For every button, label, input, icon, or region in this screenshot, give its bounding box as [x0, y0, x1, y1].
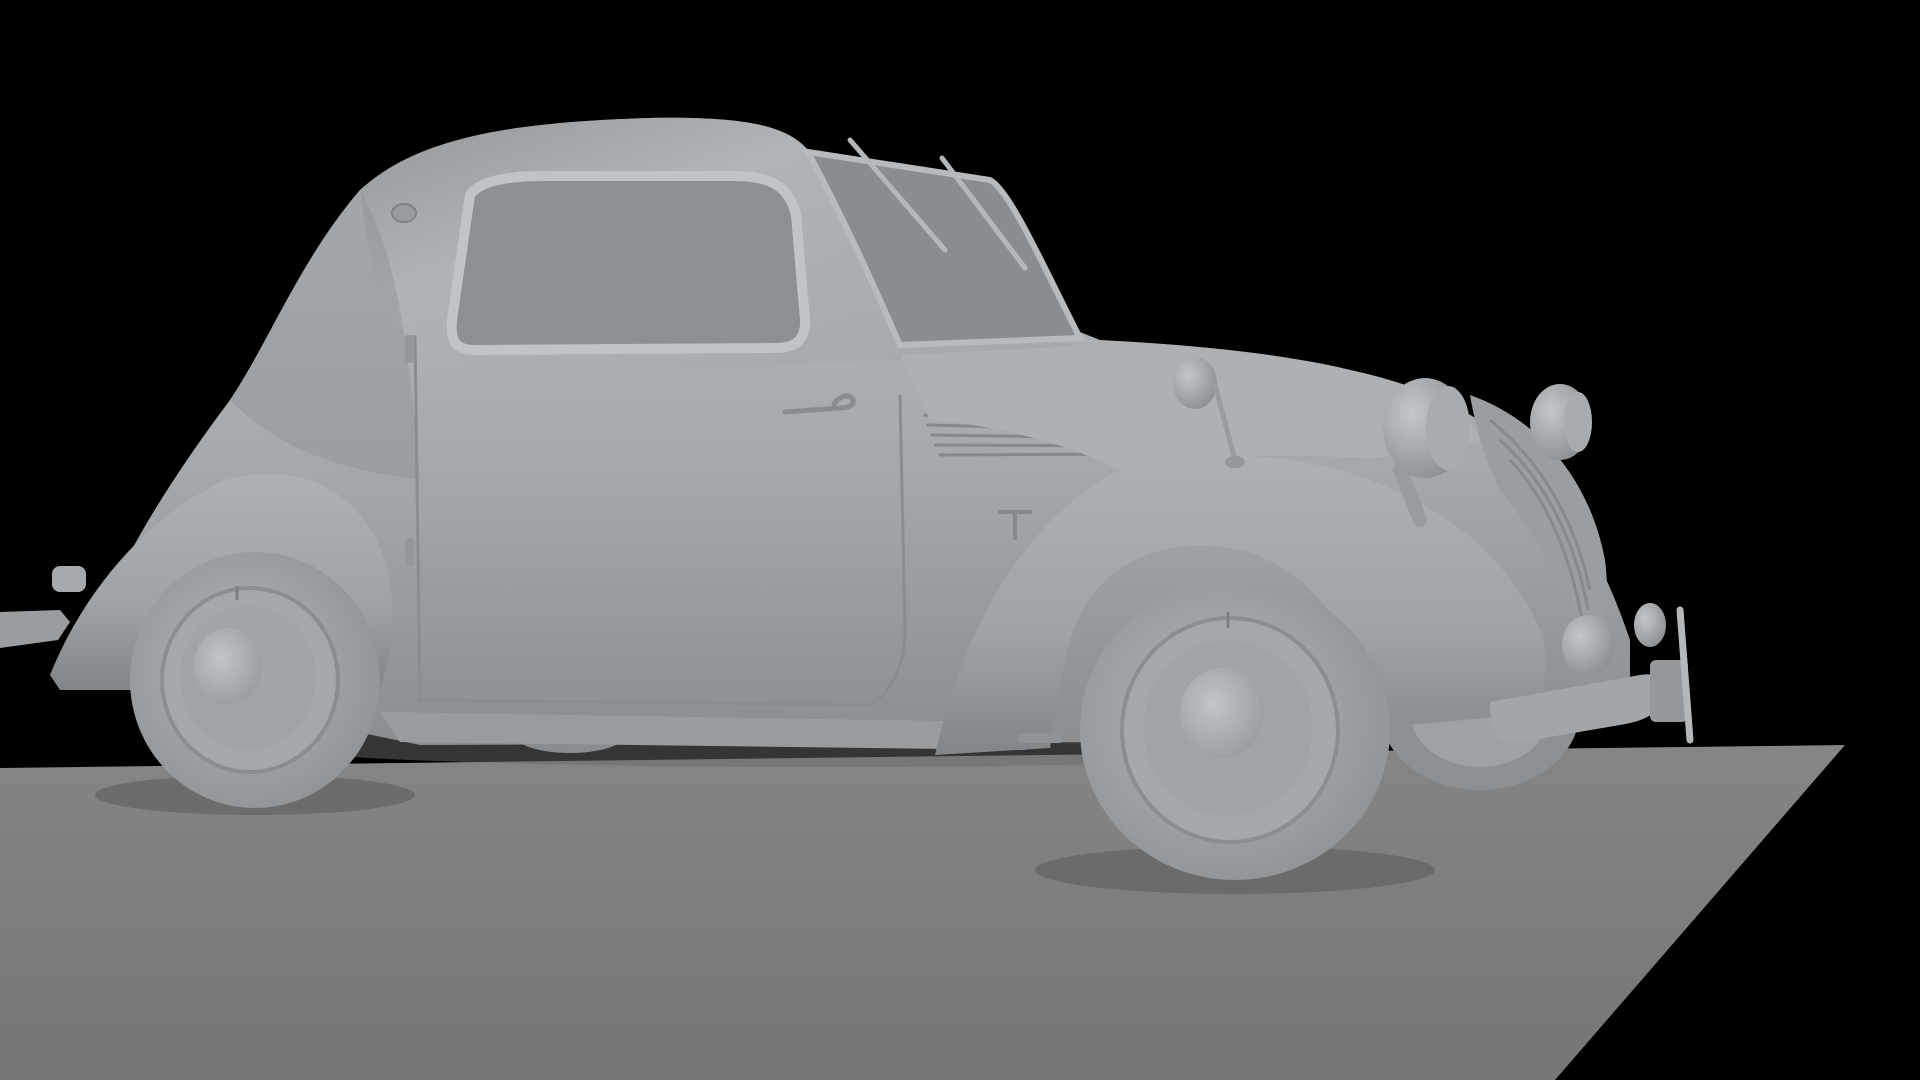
door-hinge-lower: [405, 538, 414, 566]
rear-wheel: [130, 552, 380, 808]
front-wheel: [1080, 580, 1390, 880]
exhaust-pipe: [1018, 733, 1063, 743]
door-hinge-upper: [405, 335, 414, 363]
side-window: [446, 171, 811, 356]
roof-vent: [391, 203, 417, 223]
render-canvas: [0, 117, 1845, 1080]
front-hubcap: [1180, 668, 1264, 758]
rear-hubcap: [194, 628, 262, 704]
render-viewport: [0, 0, 1920, 1080]
headlamp-far: [1530, 384, 1592, 460]
